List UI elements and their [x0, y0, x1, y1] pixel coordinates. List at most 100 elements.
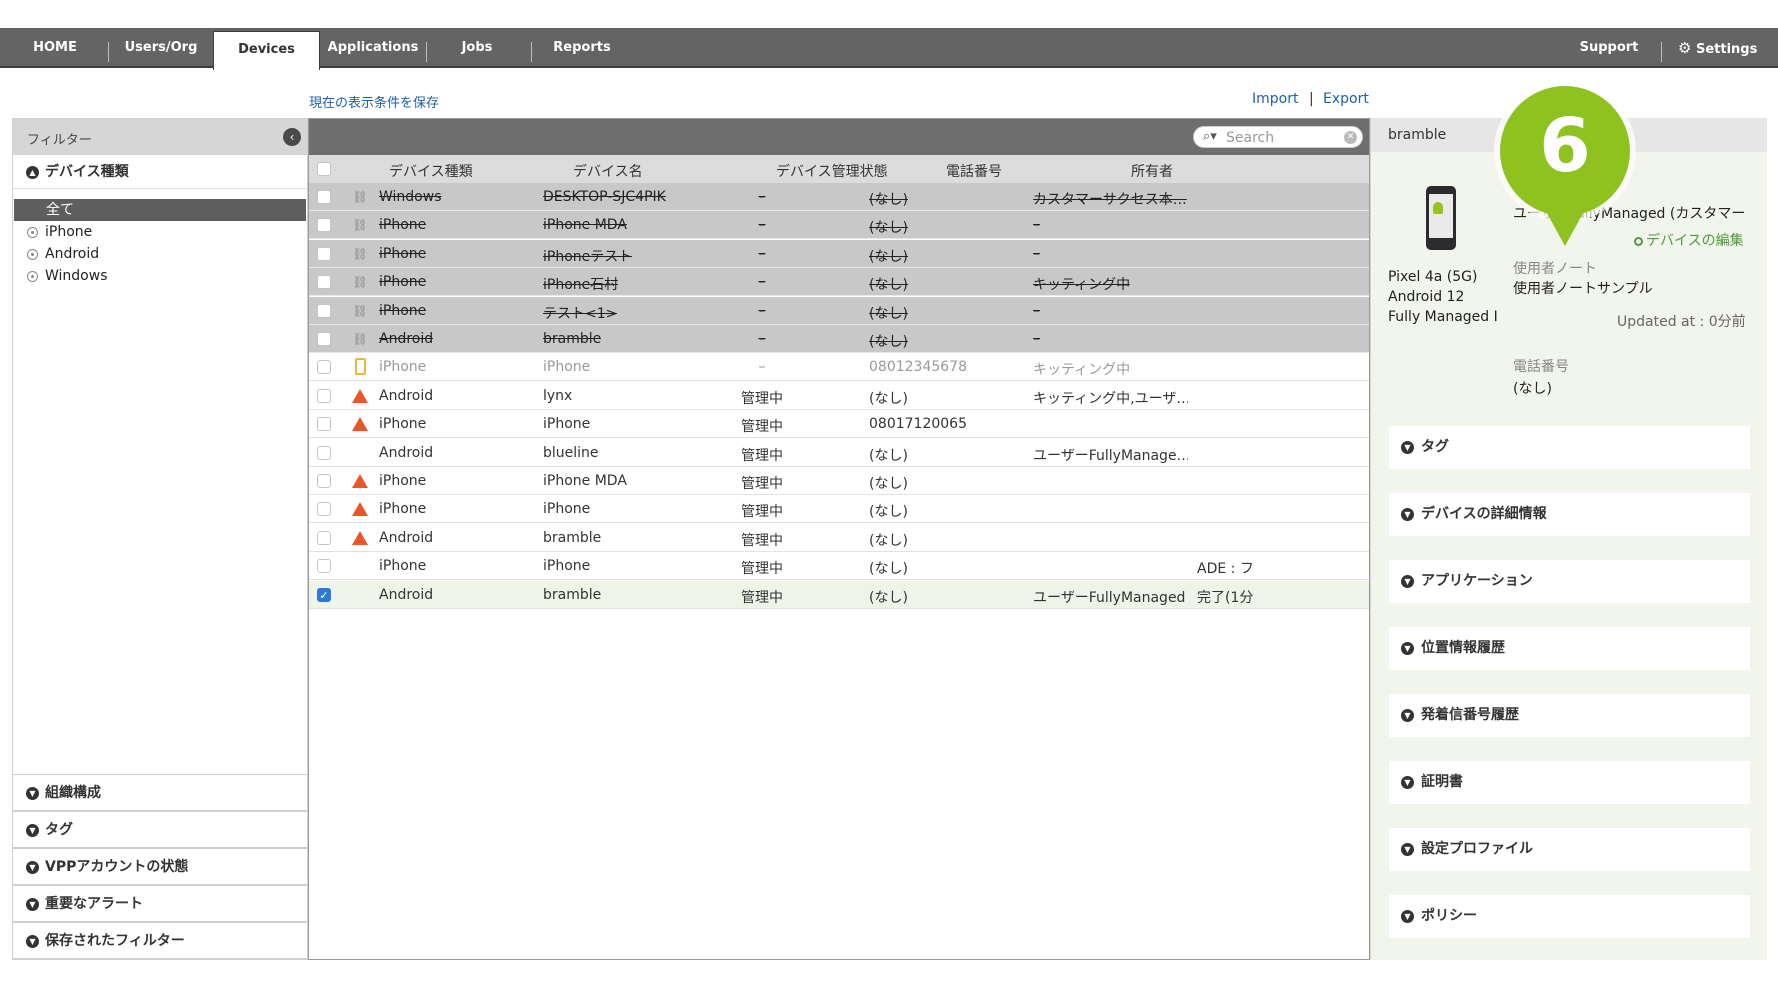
type-filter-android[interactable]: Android: [13, 243, 307, 265]
gear-icon: ⚙: [1678, 39, 1692, 57]
detail-device-name: bramble: [1388, 127, 1447, 143]
detail-section-applications[interactable]: ▼ アプリケーション: [1389, 560, 1750, 603]
nav-support[interactable]: Support: [1576, 28, 1642, 68]
row-checkbox[interactable]: [317, 474, 331, 488]
filter-section-alerts[interactable]: ▼ 重要なアラート: [13, 885, 307, 922]
nav-applications[interactable]: Applications: [324, 28, 422, 68]
table-row[interactable]: ✓ Android bramble 管理中 (なし) ユーザーFullyManaged 完了…: [309, 580, 1369, 609]
detail-section-certificates[interactable]: ▼ 証明書: [1389, 761, 1750, 804]
detail-section-profiles[interactable]: ▼ 設定プロファイル: [1389, 828, 1750, 871]
phone-icon: [355, 358, 366, 376]
table-row[interactable]: ⛓ Android bramble – (なし) –: [309, 325, 1369, 353]
table-row[interactable]: ⛓ iPhone iPhone石村 – (なし) キッティング中: [309, 268, 1369, 297]
chevron-up-icon: ▲: [26, 166, 39, 179]
cell-management-state: 管理中: [741, 476, 783, 492]
row-checkbox[interactable]: [317, 388, 331, 403]
table-row[interactable]: ⛓ Windows DESKTOP-SJC4PIK – (なし) カスタマーサクセス本…: [309, 183, 1369, 211]
device-model: Pixel 4a (5G): [1388, 269, 1478, 285]
column-header-phone[interactable]: 電話番号: [946, 161, 1002, 181]
type-filter-all[interactable]: 全て: [14, 199, 306, 221]
device-summary: Pixel 4a (5G) Android 12 Fully Managed I: [1388, 267, 1503, 327]
row-checkbox[interactable]: [317, 417, 331, 432]
cell-management-state: –: [758, 302, 766, 319]
export-link[interactable]: Export: [1323, 91, 1369, 107]
nav-devices[interactable]: Devices: [213, 31, 320, 70]
nav-reports[interactable]: Reports: [540, 28, 624, 68]
cell-management-state: 管理中: [741, 561, 783, 578]
filter-section-vpp[interactable]: ▼ VPPアカウントの状態: [13, 848, 307, 885]
nav-separator: [108, 42, 109, 62]
row-checkbox[interactable]: [317, 275, 331, 290]
callout-number: 6: [1539, 103, 1591, 189]
clear-icon[interactable]: ✕: [1344, 131, 1357, 144]
cell-device-type: iPhone: [379, 501, 427, 518]
save-filter-link[interactable]: 現在の表示条件を保存: [309, 92, 439, 111]
type-filter-windows[interactable]: Windows: [13, 265, 307, 287]
chevron-down-icon: ▼: [26, 861, 39, 874]
collapse-left-icon[interactable]: ‹: [283, 128, 301, 146]
device-table-panel: ⌕▾ Search ✕ デバイス種類 デバイス名 デバイス管理状態 電話番号 所…: [308, 118, 1370, 960]
nav-users-org[interactable]: Users/Org: [114, 28, 208, 68]
column-header-name[interactable]: デバイス名: [573, 161, 643, 181]
search-input[interactable]: ⌕▾ Search ✕: [1193, 126, 1363, 148]
link-icon: ⛓: [352, 190, 368, 204]
import-link[interactable]: Import: [1252, 91, 1298, 107]
column-header-state[interactable]: デバイス管理状態: [776, 161, 888, 181]
row-checkbox[interactable]: [317, 218, 331, 233]
filter-section-saved[interactable]: ▼ 保存されたフィルター: [13, 922, 307, 959]
table-row[interactable]: iPhone iPhone 管理中 08017120065: [309, 410, 1369, 439]
table-row[interactable]: Android blueline 管理中 (なし) ユーザーFullyManage…: [309, 439, 1369, 467]
nav-settings[interactable]: ⚙ Settings: [1678, 28, 1758, 68]
detail-section-device-info[interactable]: ▼ デバイスの詳細情報: [1389, 493, 1750, 536]
cell-device-type: Android: [379, 387, 434, 404]
table-row[interactable]: ⛓ iPhone テスト<1> – (なし) –: [309, 296, 1369, 325]
filter-section-tag[interactable]: ▼ タグ: [13, 811, 307, 848]
device-type-section[interactable]: ▲ デバイス種類: [13, 155, 307, 189]
column-header-owner[interactable]: 所有者: [1131, 161, 1173, 181]
warning-icon: [352, 388, 368, 403]
row-checkbox[interactable]: [317, 559, 331, 574]
table-row[interactable]: iPhone iPhone 管理中 (なし): [309, 495, 1369, 524]
row-checkbox[interactable]: ✓: [317, 587, 331, 602]
cell-management-state: 管理中: [741, 532, 783, 549]
row-checkbox[interactable]: [317, 190, 331, 204]
table-row[interactable]: Android lynx 管理中 (なし) キッティング中,ユーザ…: [309, 382, 1369, 410]
filter-section-label: 重要なアラート: [45, 896, 143, 912]
type-filter-iphone[interactable]: iPhone: [13, 221, 307, 243]
cell-extra: 完了(1分: [1197, 589, 1254, 606]
filter-section-org[interactable]: ▼ 組織構成: [13, 774, 307, 811]
row-checkbox[interactable]: [317, 303, 331, 318]
row-checkbox[interactable]: [317, 332, 331, 346]
table-row[interactable]: Android bramble 管理中 (なし): [309, 524, 1369, 552]
table-row[interactable]: iPhone iPhone 管理中 (なし) ADE : フ: [309, 552, 1369, 581]
table-row[interactable]: ⛓ iPhone iPhoneテスト – (なし) –: [309, 239, 1369, 268]
cell-device-name: iPhone MDA: [543, 473, 627, 489]
table-row[interactable]: iPhone iPhone – 08012345678 キッティング中: [309, 353, 1369, 382]
row-checkbox[interactable]: [317, 502, 331, 517]
row-checkbox[interactable]: [317, 445, 331, 460]
row-checkbox[interactable]: [317, 360, 331, 375]
type-filter-label: Android: [45, 246, 100, 262]
cell-owner: ユーザーFullyManage…: [1033, 447, 1188, 464]
nav-separator: [531, 42, 532, 62]
row-checkbox[interactable]: [317, 530, 331, 545]
detail-section-policy[interactable]: ▼ ポリシー: [1389, 895, 1750, 938]
nav-jobs[interactable]: Jobs: [440, 28, 514, 68]
cell-owner: –: [1033, 302, 1040, 319]
detail-section-tag[interactable]: ▼ タグ: [1389, 426, 1750, 469]
table-row[interactable]: ⛓ iPhone iPhone MDA – (なし) –: [309, 211, 1369, 240]
cell-device-type: iPhone: [379, 359, 427, 376]
nav-separator: [426, 42, 427, 62]
detail-section-location[interactable]: ▼ 位置情報履歴: [1389, 627, 1750, 670]
table-row[interactable]: iPhone iPhone MDA 管理中 (なし): [309, 467, 1369, 495]
detail-section-label: アプリケーション: [1421, 573, 1533, 589]
row-checkbox[interactable]: [317, 246, 331, 261]
device-os: Android 12: [1388, 289, 1465, 305]
edit-device-link[interactable]: デバイスの編集: [1634, 230, 1744, 250]
edit-device-label: デバイスの編集: [1646, 233, 1744, 249]
cell-device-type: iPhone: [379, 558, 427, 575]
column-header-type[interactable]: デバイス種類: [389, 161, 473, 181]
nav-home[interactable]: HOME: [18, 28, 92, 68]
select-all-checkbox[interactable]: [317, 162, 331, 176]
detail-section-call-history[interactable]: ▼ 発着信番号履歴: [1389, 694, 1750, 737]
